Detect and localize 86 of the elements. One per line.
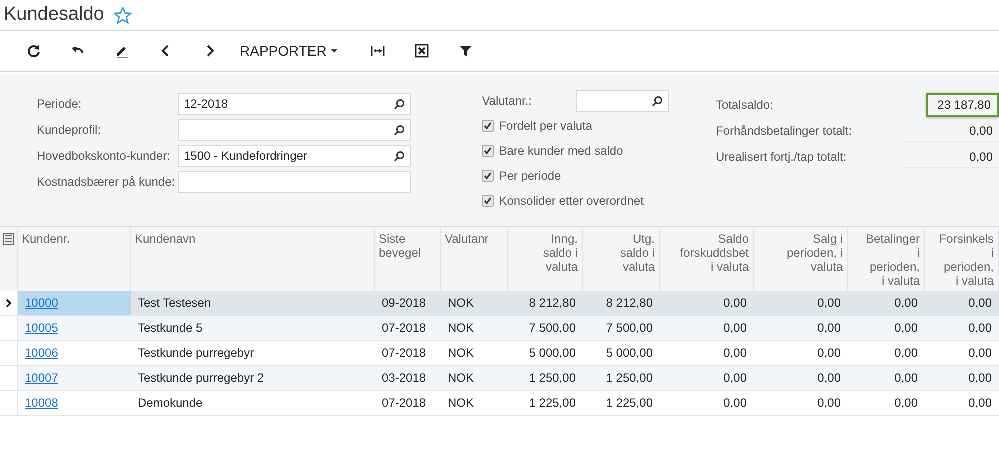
table-cell: 0,00: [660, 391, 754, 416]
input-field[interactable]: [178, 171, 411, 193]
document-icon[interactable]: [3, 233, 14, 245]
column-header[interactable]: Kundenr.: [18, 227, 131, 291]
column-header[interactable]: Valutanr: [441, 227, 508, 291]
table-cell: 0,00: [754, 316, 848, 341]
table-cell: 0,00: [848, 391, 925, 416]
checkbox-label: Fordelt per valuta: [499, 118, 593, 132]
field-label: Kostnadsbærer på kunde:: [37, 175, 176, 189]
table-cell: 0,00: [754, 366, 848, 391]
lookup-field[interactable]: 1500 - Kundefordringer: [178, 145, 411, 167]
table-cell: 0,00: [660, 316, 754, 341]
table-cell: 0,00: [848, 316, 925, 341]
table-cell: 7 500,00: [583, 316, 660, 341]
checkbox-label: Bare kunder med saldo: [499, 144, 624, 158]
field-label: Periode:: [37, 97, 83, 111]
row-indicator[interactable]: [0, 291, 18, 316]
table-cell: 1 250,00: [508, 366, 583, 391]
checkbox[interactable]: [482, 120, 494, 132]
table-cell: 0,00: [660, 291, 754, 316]
current-row-icon: [6, 298, 12, 308]
table-cell: 0,00: [754, 391, 848, 416]
checkbox[interactable]: [482, 194, 494, 206]
table-cell: 8 212,80: [583, 291, 660, 316]
table-cell: 0,00: [925, 291, 999, 316]
caret-icon: [330, 49, 338, 53]
checkbox-label: Konsolider etter overordnet: [499, 194, 644, 208]
column-header[interactable]: Betalinger i perioden, i valuta: [848, 227, 925, 291]
column-header[interactable]: Saldo forskuddsbet i valuta: [660, 227, 754, 291]
table-cell: Demokunde: [131, 391, 375, 416]
field-label: Kundeprofil:: [37, 123, 102, 137]
lookup-field[interactable]: [178, 119, 411, 141]
field-label: Valutanr.:: [482, 94, 533, 108]
total-value: 0,00: [904, 120, 999, 142]
column-header[interactable]: Salg i perioden, i valuta: [754, 227, 848, 291]
table-cell: 1 225,00: [508, 391, 583, 416]
table-cell: Testkunde purregebyr 2: [131, 366, 375, 391]
total-label: Totalsaldo:: [716, 98, 774, 112]
table-cell: 0,00: [925, 366, 999, 391]
table-cell: 1 250,00: [583, 366, 660, 391]
column-header[interactable]: Utg. saldo i valuta: [583, 227, 660, 291]
table-cell: NOK: [441, 366, 508, 391]
customer-link[interactable]: 10007: [25, 371, 58, 385]
table-cell: 0,00: [848, 291, 925, 316]
customer-link[interactable]: 10005: [25, 321, 58, 335]
checkbox-label: Per periode: [499, 168, 562, 182]
checkbox[interactable]: [482, 144, 494, 156]
search-icon: [652, 96, 664, 106]
star-icon[interactable]: [114, 6, 132, 24]
table-cell: Test Testesen: [131, 291, 375, 316]
column-header[interactable]: Siste bevegel: [375, 227, 441, 291]
field-label: Hovedbokskonto-kunder:: [37, 149, 172, 163]
table-cell: 03-2018: [375, 366, 441, 391]
table-cell: 0,00: [660, 366, 754, 391]
total-label: Forhåndsbetalinger totalt:: [716, 124, 854, 138]
table-cell: 0,00: [848, 366, 925, 391]
table-cell: 07-2018: [375, 316, 441, 341]
table-cell: NOK: [441, 391, 508, 416]
column-header[interactable]: Kundenavn: [131, 227, 375, 291]
table-cell: 09-2018: [375, 291, 441, 316]
reports-menu[interactable]: RAPPORTER: [232, 36, 356, 66]
table-cell: 0,00: [925, 316, 999, 341]
customer-link[interactable]: 10000: [25, 296, 58, 310]
search-icon: [394, 98, 405, 110]
table-cell: Testkunde 5: [131, 316, 375, 341]
window-title: Kundesaldo: [4, 4, 104, 26]
checkbox[interactable]: [482, 170, 494, 182]
column-header[interactable]: Inng. saldo i valuta: [508, 227, 583, 291]
customer-link[interactable]: 10006: [25, 346, 58, 360]
table-cell: 7 500,00: [508, 316, 583, 341]
search-icon: [394, 150, 405, 162]
column-header[interactable]: Forsinkels i perioden, i valuta: [925, 227, 999, 291]
search-icon: [394, 124, 405, 136]
lookup-field[interactable]: [576, 90, 670, 112]
table-cell: 0,00: [754, 291, 848, 316]
table-cell: 0,00: [925, 391, 999, 416]
customer-link[interactable]: 10008: [25, 396, 58, 410]
total-value: 0,00: [904, 146, 999, 168]
table-cell: 8 212,80: [508, 291, 583, 316]
total-value: 23 187,80: [926, 93, 999, 117]
table-cell: NOK: [441, 291, 508, 316]
total-label: Urealisert fortj./tap totalt:: [716, 150, 848, 164]
table-cell: 07-2018: [375, 391, 441, 416]
table-cell: 1 225,00: [583, 391, 660, 416]
lookup-field[interactable]: 12-2018: [178, 93, 411, 115]
table-cell: NOK: [441, 316, 508, 341]
